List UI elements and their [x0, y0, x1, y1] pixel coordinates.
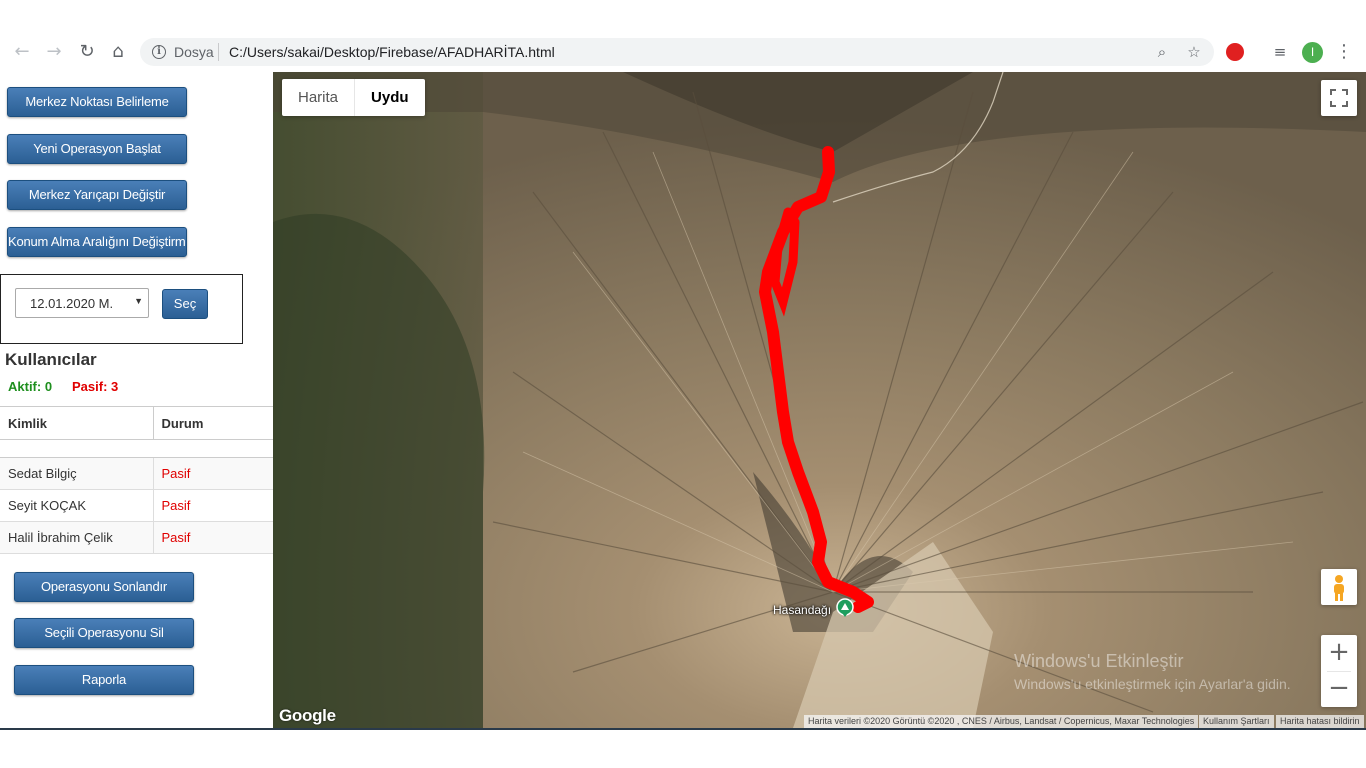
date-select[interactable]: 12.01.2020 M. ▼ [15, 288, 149, 318]
home-icon[interactable]: ⌂ [106, 40, 130, 64]
users-table: Kimlik Durum Sedat Bilgiç Pasif Seyit KO… [0, 406, 273, 554]
user-status: Pasif [152, 489, 273, 522]
profile-avatar[interactable]: I [1302, 42, 1323, 63]
zoom-icon[interactable]: ⌕ [1152, 42, 1172, 62]
user-name: Halil İbrahim Çelik [0, 521, 153, 554]
table-row[interactable]: Sedat Bilgiç Pasif [0, 457, 273, 490]
info-icon[interactable]: i [152, 45, 166, 59]
adblock-extension-icon[interactable] [1226, 43, 1244, 61]
user-name: Seyit KOÇAK [0, 489, 153, 522]
report-button[interactable]: Raporla [14, 665, 194, 695]
zoom-control: + − [1321, 635, 1357, 707]
zoom-divider [1327, 671, 1351, 672]
address-separator [218, 43, 219, 61]
map-type-control: Harita Uydu [282, 79, 425, 116]
change-interval-button[interactable]: Konum Alma Aralığını Değiştirme [7, 227, 187, 257]
user-name: Sedat Bilgiç [0, 457, 153, 490]
pegman-icon[interactable] [1321, 569, 1357, 605]
user-status: Pasif [152, 457, 273, 490]
tab-harita[interactable]: Harita [282, 79, 356, 116]
user-status: Pasif [152, 521, 273, 554]
activation-watermark-subtitle: Windows'u etkinleştirmek için Ayarlar'a … [1014, 676, 1291, 692]
change-radius-button[interactable]: Merkez Yarıçapı Değiştir [7, 180, 187, 210]
delete-operation-button[interactable]: Seçili Operasyonu Sil [14, 618, 194, 648]
media-queue-icon[interactable]: ≡ [1268, 40, 1292, 64]
chevron-down-icon: ▼ [134, 296, 143, 306]
active-count: Aktif: 0 [8, 379, 53, 394]
menu-kebab-icon[interactable]: ⋮ [1332, 40, 1356, 64]
page-bottom-area [0, 730, 1366, 768]
terms-link[interactable]: Kullanım Şartları [1199, 715, 1274, 728]
column-header-status: Durum [152, 406, 273, 440]
bookmark-star-icon[interactable]: ☆ [1184, 42, 1204, 62]
new-operation-button[interactable]: Yeni Operasyon Başlat [7, 134, 187, 164]
column-header-id: Kimlik [0, 406, 153, 440]
fullscreen-icon[interactable] [1321, 80, 1357, 116]
control-panel: Merkez Noktası Belirleme Yeni Operasyon … [0, 72, 273, 728]
table-row[interactable]: Seyit KOÇAK Pasif [0, 489, 273, 522]
peak-label: Hasandağı [773, 603, 832, 617]
end-operation-button[interactable]: Operasyonu Sonlandır [14, 572, 194, 602]
map-attribution: Harita verileri ©2020 Görüntü ©2020 , CN… [804, 715, 1199, 728]
satellite-map[interactable]: Hasandağı Harita Uydu + − Google Harita … [273, 72, 1366, 728]
browser-toolbar: ← → ↻ ⌂ i Dosya C:/Users/sakai/Desktop/F… [0, 0, 1366, 72]
report-error-link[interactable]: Harita hatası bildirin [1276, 715, 1364, 728]
tab-uydu[interactable]: Uydu [355, 79, 425, 116]
activation-watermark-title: Windows'u Etkinleştir [1014, 651, 1184, 671]
address-bar[interactable]: i Dosya C:/Users/sakai/Desktop/Firebase/… [140, 38, 1214, 66]
users-title: Kullanıcılar [5, 350, 97, 369]
google-logo[interactable]: Google [279, 706, 336, 726]
back-icon[interactable]: ← [10, 40, 34, 64]
table-row[interactable]: Halil İbrahim Çelik Pasif [0, 521, 273, 554]
date-filter-box: 12.01.2020 M. ▼ Seç [0, 274, 243, 344]
set-center-button[interactable]: Merkez Noktası Belirleme [7, 87, 187, 117]
scheme-label: Dosya [174, 44, 214, 60]
satellite-terrain [273, 72, 1366, 728]
reload-icon[interactable]: ↻ [75, 40, 99, 64]
zoom-in-icon[interactable]: + [1321, 635, 1357, 671]
select-button[interactable]: Seç [162, 289, 208, 319]
date-select-value: 12.01.2020 M. [30, 296, 114, 311]
passive-count: Pasif: 3 [72, 379, 119, 394]
table-spacer [0, 439, 273, 458]
zoom-out-icon[interactable]: − [1321, 671, 1357, 707]
url-text[interactable]: C:/Users/sakai/Desktop/Firebase/AFADHARİ… [229, 44, 555, 60]
forward-icon[interactable]: → [42, 40, 66, 64]
